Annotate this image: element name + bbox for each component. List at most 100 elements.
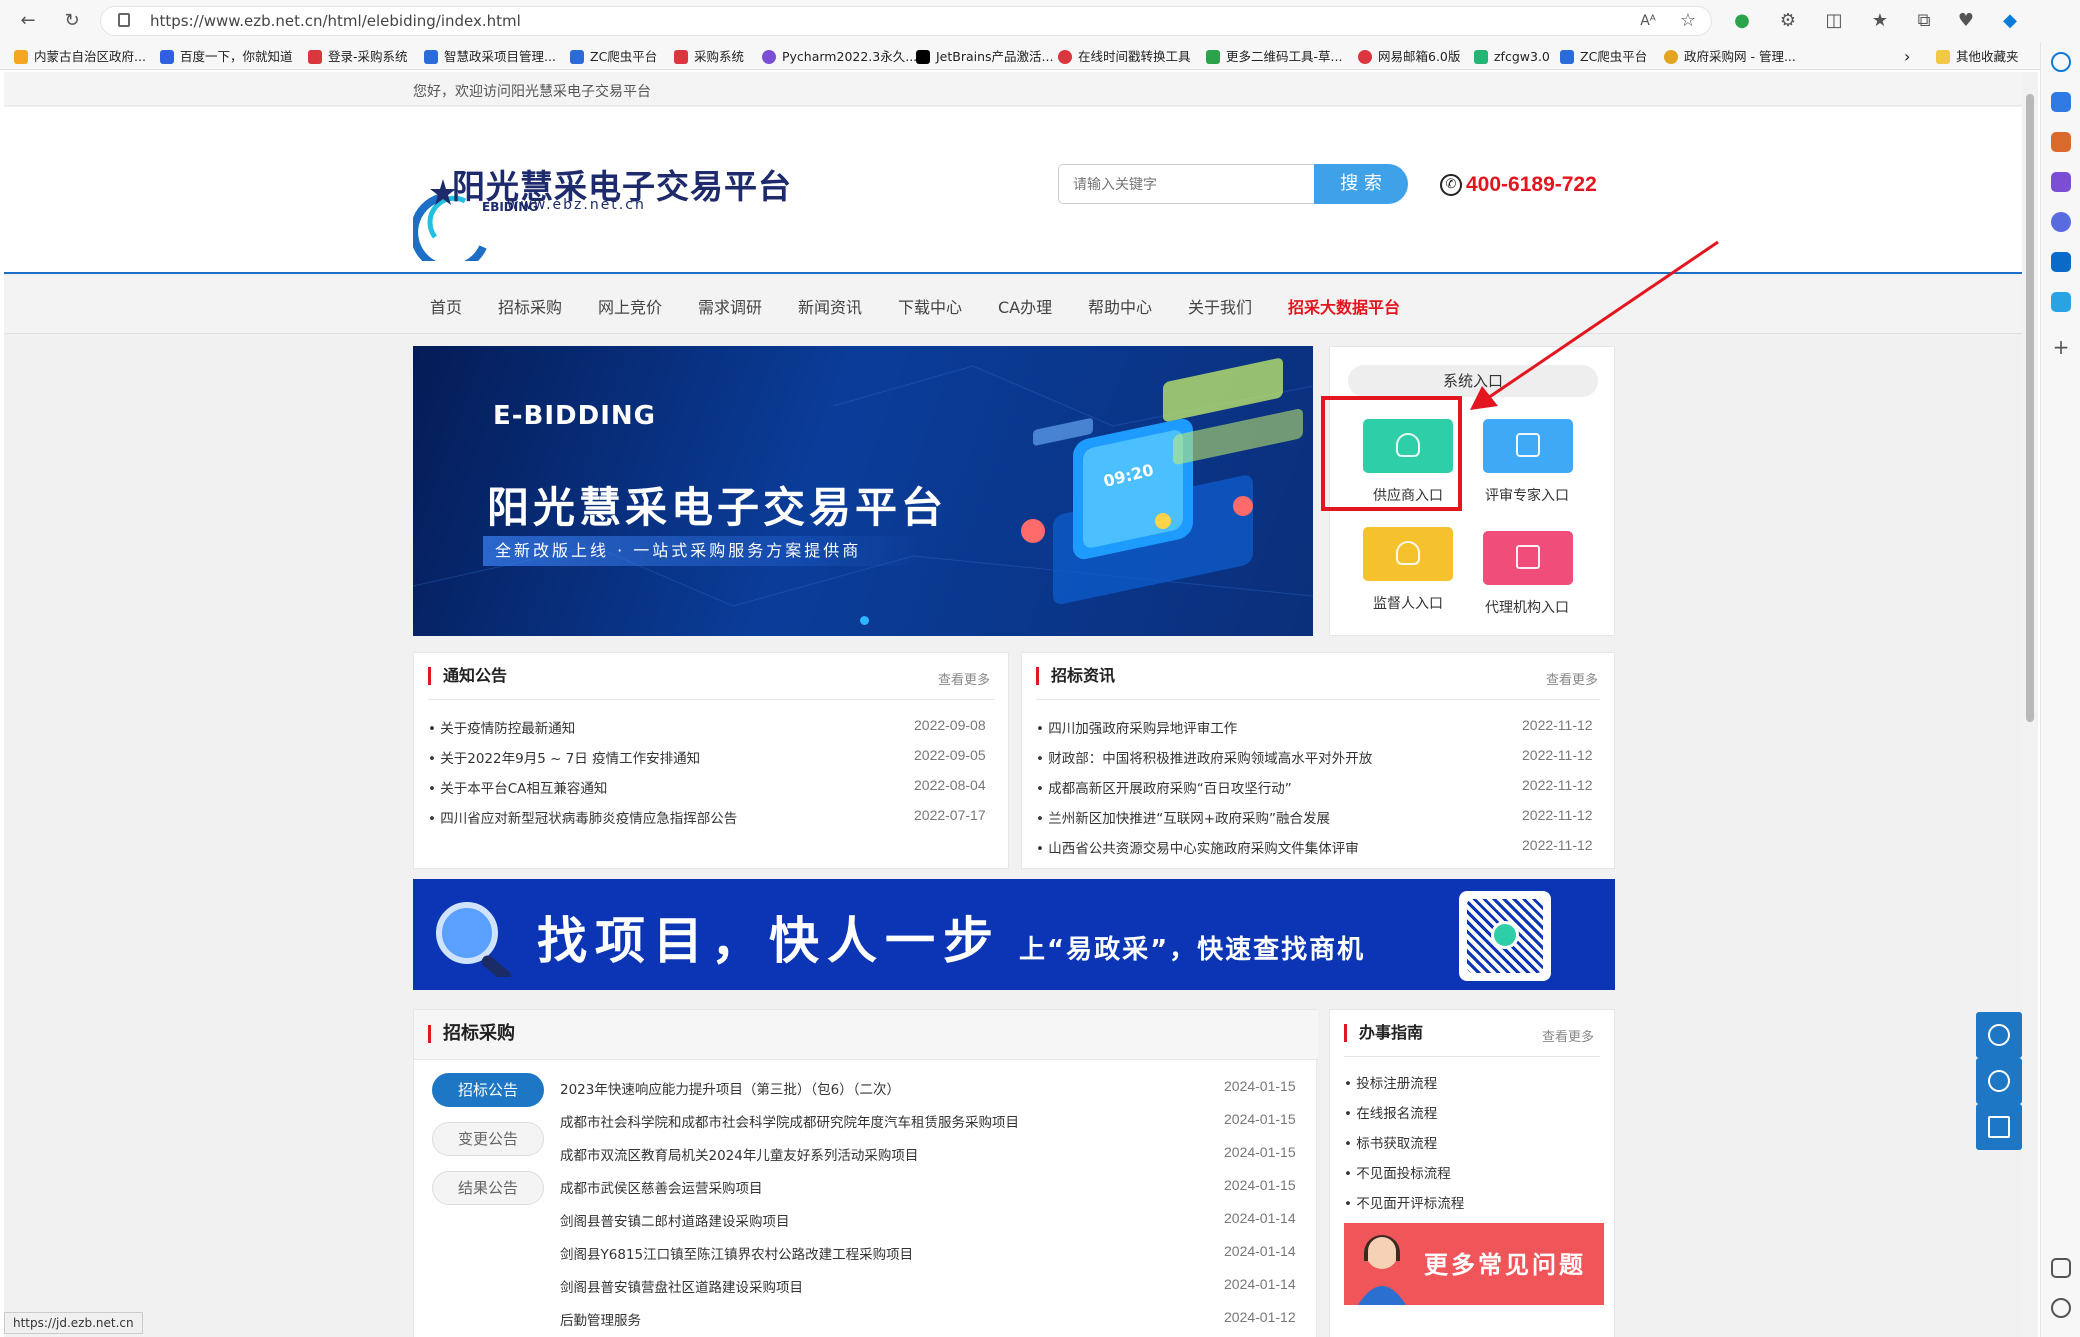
logo-url: www.ebz.net.cn	[507, 197, 646, 213]
hero-banner[interactable]: E-BIDDING 阳光慧采电子交易平台 全新改版上线 · 一站式采购服务方案提…	[413, 346, 1313, 636]
list-item[interactable]: • 四川加强政府采购异地评审工作 2022-11-12	[1036, 717, 1600, 739]
table-row[interactable]: 剑阁县普安镇二郎村道路建设采购项目 2024-01-14	[560, 1210, 1302, 1232]
bookmarks-overflow-chevron-icon[interactable]: ›	[1904, 47, 1910, 67]
list-item[interactable]: • 关于疫情防控最新通知 2022-09-08	[428, 717, 994, 739]
clock-icon	[1058, 50, 1072, 64]
scrollbar-thumb[interactable]	[2026, 94, 2034, 722]
table-row[interactable]: 2023年快速响应能力提升项目（第三批）（包6）（二次） 2024-01-15	[560, 1078, 1302, 1100]
list-item[interactable]: • 兰州新区加快推进“互联网+政府采购”融合发展 2022-11-12	[1036, 807, 1600, 829]
bookmark-item[interactable]: ZC爬虫平台	[570, 47, 657, 67]
extensions-puzzle-icon[interactable]: ⚙	[1774, 8, 1802, 34]
bookmark-item[interactable]: 登录-采购系统	[308, 47, 408, 67]
nav-bidding[interactable]: 招标采购	[498, 294, 562, 318]
send-icon[interactable]	[2051, 292, 2071, 312]
nav-bigdata[interactable]: 招采大数据平台	[1288, 294, 1400, 318]
list-item[interactable]: • 财政部：中国将积极推进政府采购领域高水平对外开放 2022-11-12	[1036, 747, 1600, 769]
office-icon[interactable]	[2051, 212, 2071, 232]
tab-result-announcement[interactable]: 结果公告	[432, 1171, 544, 1205]
favorites-icon[interactable]: ★	[1866, 8, 1894, 34]
table-row[interactable]: 成都市武侯区慈善会运营采购项目 2024-01-15	[560, 1177, 1302, 1199]
faq-text: 更多常见问题	[1424, 1251, 1586, 1279]
notice-more-link[interactable]: 查看更多	[938, 669, 990, 688]
nav-downloads[interactable]: 下载中心	[898, 294, 962, 318]
bookmark-item[interactable]: 更多二维码工具-草...	[1206, 47, 1342, 67]
browser-essentials-icon[interactable]: ♥	[1952, 8, 1980, 34]
bookmark-item[interactable]: 内蒙古自治区政府...	[14, 47, 146, 67]
procurement-header: 招标采购	[414, 1010, 1318, 1060]
expert-entry-label[interactable]: 评审专家入口	[1485, 485, 1569, 505]
favorite-star-icon[interactable]: ☆	[1674, 8, 1702, 34]
agency-entry-button[interactable]	[1483, 531, 1573, 585]
bookmark-item[interactable]: JetBrains产品激活...	[916, 47, 1053, 67]
qr-float-button[interactable]	[1976, 1104, 2022, 1150]
faq-banner[interactable]: 更多常见问题	[1344, 1223, 1604, 1305]
list-item[interactable]: • 关于2022年9月5 ~ 7日 疫情工作安排通知 2022-09-05	[428, 747, 994, 769]
layout-icon[interactable]	[2051, 1258, 2071, 1278]
mail-icon	[1358, 50, 1372, 64]
bookmark-item[interactable]: 智慧政采项目管理...	[424, 47, 556, 67]
guide-more-link[interactable]: 查看更多	[1542, 1026, 1594, 1045]
refresh-icon[interactable]: ↻	[58, 8, 86, 34]
bookmark-item[interactable]: 网易邮箱6.0版	[1358, 47, 1460, 67]
list-item[interactable]: • 山西省公共资源交易中心实施政府采购文件集体评审 2022-11-12	[1036, 837, 1600, 859]
table-row[interactable]: 成都市社会科学院和成都市社会科学院成都研究院年度汽车租赁服务采购项目 2024-0…	[560, 1111, 1302, 1133]
table-row[interactable]: 成都市双流区教育局机关2024年儿童友好系列活动采购项目 2024-01-15	[560, 1144, 1302, 1166]
settings-gear-icon[interactable]	[2051, 1298, 2071, 1318]
nav-ca[interactable]: CA办理	[998, 294, 1052, 318]
nav-help[interactable]: 帮助中心	[1088, 294, 1152, 318]
other-favorites-folder[interactable]: 其他收藏夹	[1936, 47, 2019, 67]
nav-home[interactable]: 首页	[430, 294, 462, 318]
search-icon[interactable]	[2051, 52, 2071, 72]
expert-entry-button[interactable]	[1483, 419, 1573, 473]
news-more-link[interactable]: 查看更多	[1546, 669, 1598, 688]
bookmark-item[interactable]: 采购系统	[674, 47, 744, 67]
promo-banner[interactable]: 找项目，快人一步 上“易政采”，快速查找商机	[413, 879, 1615, 990]
nav-about[interactable]: 关于我们	[1188, 294, 1252, 318]
nav-news[interactable]: 新闻资讯	[798, 294, 862, 318]
table-row[interactable]: 后勤管理服务 2024-01-12	[560, 1309, 1302, 1331]
nav-online-auction[interactable]: 网上竞价	[598, 294, 662, 318]
bookmark-item[interactable]: zfcgw3.0	[1474, 47, 1550, 67]
edge-copilot-icon[interactable]: ◆	[1996, 8, 2024, 34]
carousel-dot[interactable]	[860, 616, 869, 625]
tag-icon[interactable]	[2051, 92, 2071, 112]
tab-change-announcement[interactable]: 变更公告	[432, 1122, 544, 1156]
extension-icon[interactable]: ●	[1728, 8, 1756, 34]
collections-icon[interactable]: ⧉	[1910, 8, 1938, 34]
tab-bid-announcement[interactable]: 招标公告	[432, 1073, 544, 1107]
nav-demand-survey[interactable]: 需求调研	[698, 294, 762, 318]
bookmark-item[interactable]: 政府采购网 - 管理...	[1664, 47, 1796, 67]
browser-address-bar: ← ↻ https://www.ezb.net.cn/html/elebidin…	[0, 0, 2080, 42]
people-icon[interactable]	[2051, 172, 2071, 192]
bookmark-favicon-icon	[308, 50, 322, 64]
read-aloud-icon[interactable]: Aᴬ	[1634, 8, 1662, 34]
bookmark-favicon-icon	[424, 50, 438, 64]
hotline-phone: 400-6189-722	[1466, 173, 1597, 196]
bookmark-item[interactable]: Pycharm2022.3永久...	[762, 47, 917, 67]
lock-icon	[118, 13, 130, 27]
bookmark-favicon-icon	[14, 50, 28, 64]
toolbox-icon[interactable]	[2051, 132, 2071, 152]
outlook-icon[interactable]	[2051, 252, 2071, 272]
phone-float-button[interactable]	[1976, 1058, 2022, 1104]
bookmark-item[interactable]: ZC爬虫平台	[1560, 47, 1647, 67]
list-item[interactable]: • 关于本平台CA相互兼容通知 2022-08-04	[428, 777, 994, 799]
bookmark-item[interactable]: 百度一下，你就知道	[160, 47, 293, 67]
bookmark-item[interactable]: 在线时间戳转换工具	[1058, 47, 1191, 67]
add-icon[interactable]: +	[2051, 337, 2071, 358]
list-item[interactable]: • 四川省应对新型冠状病毒肺炎疫情应急指挥部公告 2022-07-17	[428, 807, 994, 829]
split-screen-icon[interactable]: ◫	[1820, 8, 1848, 34]
customer-service-button[interactable]	[1976, 1012, 2022, 1058]
search-button[interactable]: 搜 索	[1314, 164, 1408, 204]
table-row[interactable]: 剑阁县Y6815江口镇至陈江镇界农村公路改建工程采购项目 2024-01-14	[560, 1243, 1302, 1265]
supervisor-entry-label[interactable]: 监督人入口	[1373, 593, 1443, 613]
procurement-panel: 招标采购 招标公告 变更公告 结果公告 2023年快速响应能力提升项目（第三批）…	[413, 1009, 1318, 1337]
search-input[interactable]	[1058, 164, 1320, 204]
agency-entry-label[interactable]: 代理机构入口	[1485, 597, 1569, 617]
back-icon[interactable]: ←	[14, 8, 42, 34]
supervisor-entry-button[interactable]	[1363, 527, 1453, 581]
list-item[interactable]: • 成都高新区开展政府采购“百日攻坚行动” 2022-11-12	[1036, 777, 1600, 799]
bookmark-favicon-icon	[674, 50, 688, 64]
jetbrains-icon	[916, 50, 930, 64]
table-row[interactable]: 剑阁县普安镇营盘社区道路建设采购项目 2024-01-14	[560, 1276, 1302, 1298]
